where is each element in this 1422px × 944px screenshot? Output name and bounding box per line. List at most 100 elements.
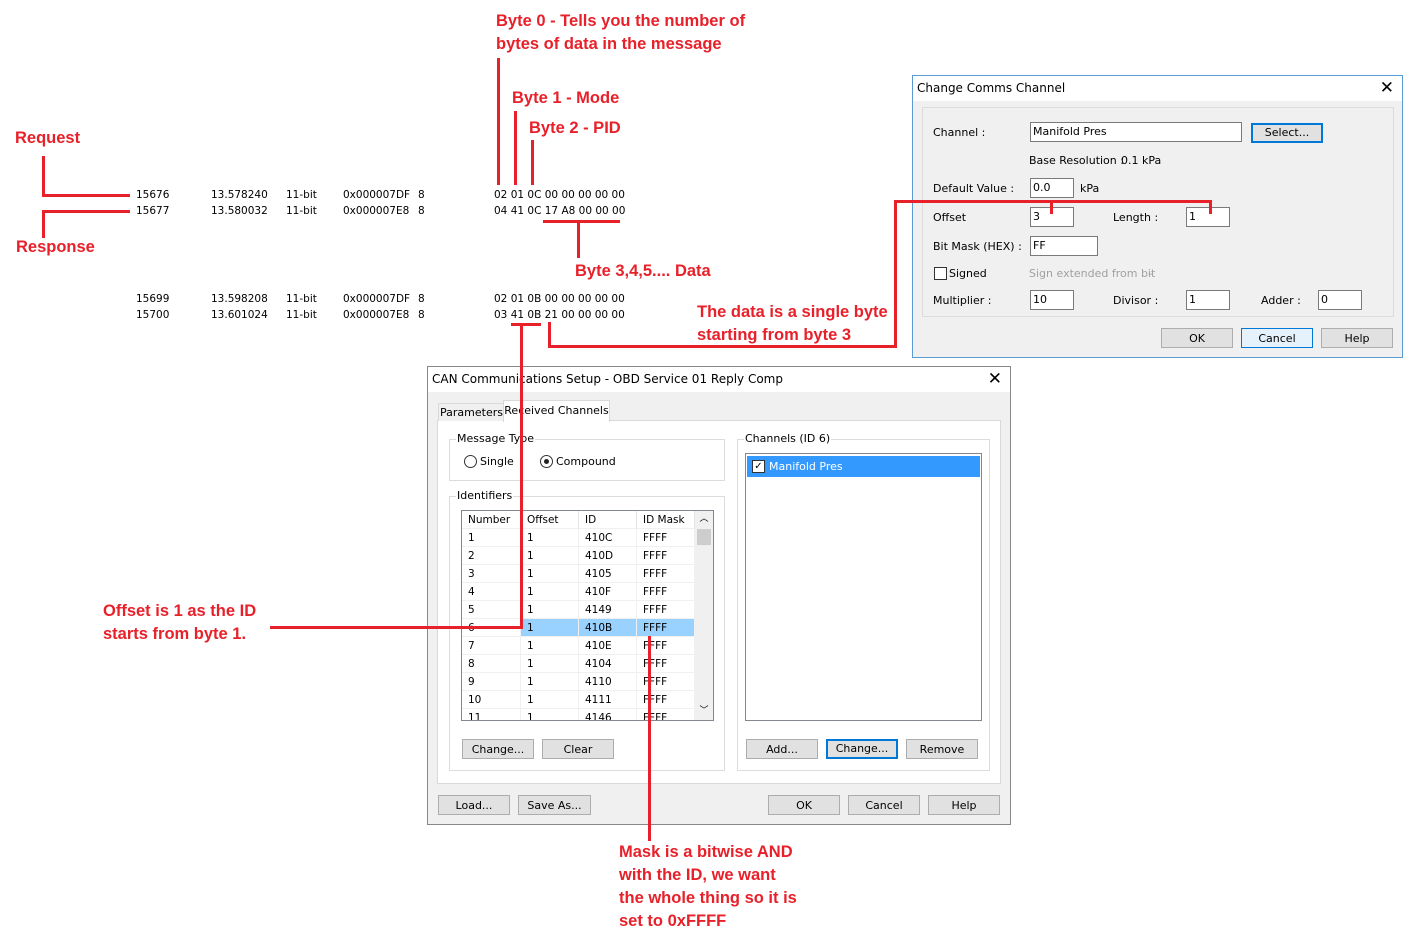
checkbox-checked-icon[interactable]: ✓ <box>752 460 765 473</box>
add-button[interactable]: Add... <box>746 739 818 759</box>
ok-button[interactable]: OK <box>1161 328 1233 348</box>
annotation-offset: Offset is 1 as the ID starts from byte 1. <box>103 602 257 643</box>
log-n: 15677 <box>136 205 170 217</box>
can-setup-dialog: CAN Communications Setup - OBD Service 0… <box>427 366 1011 825</box>
table-cell: 9 <box>462 673 521 691</box>
log-type: 11-bit <box>286 309 317 321</box>
channels-label: Channels (ID 6) <box>744 432 832 445</box>
table-cell: FFFF <box>637 619 695 637</box>
identifiers-label: Identifiers <box>456 489 514 502</box>
log-data: 03 41 0B 21 00 00 00 00 <box>494 309 625 321</box>
column-header[interactable]: ID Mask <box>637 511 695 529</box>
default-value-input[interactable]: 0.0 <box>1030 178 1074 198</box>
single-radio[interactable] <box>464 455 477 468</box>
table-cell: 8 <box>462 655 521 673</box>
table-cell: 1 <box>521 637 579 655</box>
table-cell: 4146 <box>579 709 637 720</box>
table-cell: 5 <box>462 601 521 619</box>
change-identifier-button[interactable]: Change... <box>462 739 534 759</box>
offset-label: Offset <box>933 211 967 224</box>
change-channel-button[interactable]: Change... <box>826 739 898 759</box>
log-id: 0x000007DF <box>343 293 411 305</box>
channel-item[interactable]: ✓ Manifold Pres <box>747 456 980 477</box>
table-cell: 2 <box>462 547 521 565</box>
table-cell: FFFF <box>637 601 695 619</box>
sign-extended-value: - <box>1149 267 1153 280</box>
close-icon[interactable]: ✕ <box>988 369 1002 389</box>
column-header[interactable]: Offset <box>521 511 579 529</box>
scrollbar[interactable]: ︿ ﹀ <box>695 511 713 720</box>
channel-input[interactable]: Manifold Pres <box>1030 122 1242 142</box>
sign-extended-label: Sign extended from bit <box>1029 267 1156 280</box>
table-cell: 1 <box>521 691 579 709</box>
scroll-thumb[interactable] <box>697 529 711 545</box>
column-header[interactable]: ID <box>579 511 637 529</box>
log-type: 11-bit <box>286 205 317 217</box>
clear-button[interactable]: Clear <box>542 739 614 759</box>
signed-label: Signed <box>949 267 987 280</box>
select-button[interactable]: Select... <box>1251 123 1323 143</box>
help-button[interactable]: Help <box>1321 328 1393 348</box>
annotation-mask: Mask is a bitwise AND with the ID, we wan… <box>619 843 797 930</box>
message-type-group: Message Type Single Compound <box>449 432 725 481</box>
table-cell: 4 <box>462 583 521 601</box>
table-cell: 1 <box>521 709 579 720</box>
table-cell: 410F <box>579 583 637 601</box>
tab-parameters[interactable]: Parameters <box>438 403 505 421</box>
bitmask-label: Bit Mask (HEX) : <box>933 240 1022 253</box>
table-cell: 410E <box>579 637 637 655</box>
table-cell: 4149 <box>579 601 637 619</box>
ok-button[interactable]: OK <box>768 795 840 815</box>
annotation-byte1: Byte 1 - Mode <box>512 89 620 107</box>
log-id: 0x000007E8 <box>343 205 410 217</box>
load-button[interactable]: Load... <box>438 795 510 815</box>
table-cell: 1 <box>521 547 579 565</box>
title-bar: CAN Communications Setup - OBD Service 0… <box>428 367 1010 392</box>
cancel-button[interactable]: Cancel <box>848 795 920 815</box>
table-cell: FFFF <box>637 547 695 565</box>
message-type-label: Message Type <box>456 432 535 445</box>
column-header[interactable]: Number <box>462 511 521 529</box>
table-cell: 1 <box>521 655 579 673</box>
log-t: 13.601024 <box>211 309 268 321</box>
log-n: 15699 <box>136 293 170 305</box>
table-cell: 1 <box>521 601 579 619</box>
cancel-button[interactable]: Cancel <box>1241 328 1313 348</box>
compound-label: Compound <box>556 455 616 468</box>
default-value-label: Default Value : <box>933 182 1015 195</box>
length-input[interactable]: 1 <box>1186 207 1230 227</box>
channels-list: ✓ Manifold Pres <box>745 453 982 721</box>
table-cell: 4111 <box>579 691 637 709</box>
annotation-byte2: Byte 2 - PID <box>529 119 621 137</box>
log-data: 04 41 0C 17 A8 00 00 00 <box>494 205 626 217</box>
table-cell: 1 <box>521 673 579 691</box>
remove-button[interactable]: Remove <box>906 739 978 759</box>
divisor-input[interactable]: 1 <box>1186 290 1230 310</box>
bitmask-input[interactable]: FF <box>1030 236 1098 256</box>
table-cell: FFFF <box>637 691 695 709</box>
scroll-down-icon[interactable]: ﹀ <box>695 703 713 720</box>
annotation-response: Response <box>16 238 95 256</box>
signed-checkbox[interactable] <box>934 267 947 280</box>
close-icon[interactable]: ✕ <box>1380 78 1394 98</box>
save-as-button[interactable]: Save As... <box>518 795 591 815</box>
log-n: 15700 <box>136 309 170 321</box>
table-cell: FFFF <box>637 673 695 691</box>
multiplier-input[interactable]: 10 <box>1030 290 1074 310</box>
table-cell: FFFF <box>637 565 695 583</box>
table-cell: 4104 <box>579 655 637 673</box>
base-resolution-label: Base Resolution : <box>1029 154 1124 167</box>
length-label: Length : <box>1113 211 1159 224</box>
table-cell: FFFF <box>637 637 695 655</box>
log-data: 02 01 0C 00 00 00 00 00 <box>494 189 625 201</box>
log-t: 13.578240 <box>211 189 268 201</box>
help-button[interactable]: Help <box>928 795 1000 815</box>
log-dlc: 8 <box>418 189 425 201</box>
adder-input[interactable]: 0 <box>1318 290 1362 310</box>
dialog-title: CAN Communications Setup - OBD Service 0… <box>432 372 783 386</box>
table-cell: FFFF <box>637 709 695 720</box>
compound-radio[interactable] <box>540 455 553 468</box>
table-cell: 1 <box>521 529 579 547</box>
scroll-up-icon[interactable]: ︿ <box>695 511 713 528</box>
annotation-request: Request <box>15 129 81 147</box>
